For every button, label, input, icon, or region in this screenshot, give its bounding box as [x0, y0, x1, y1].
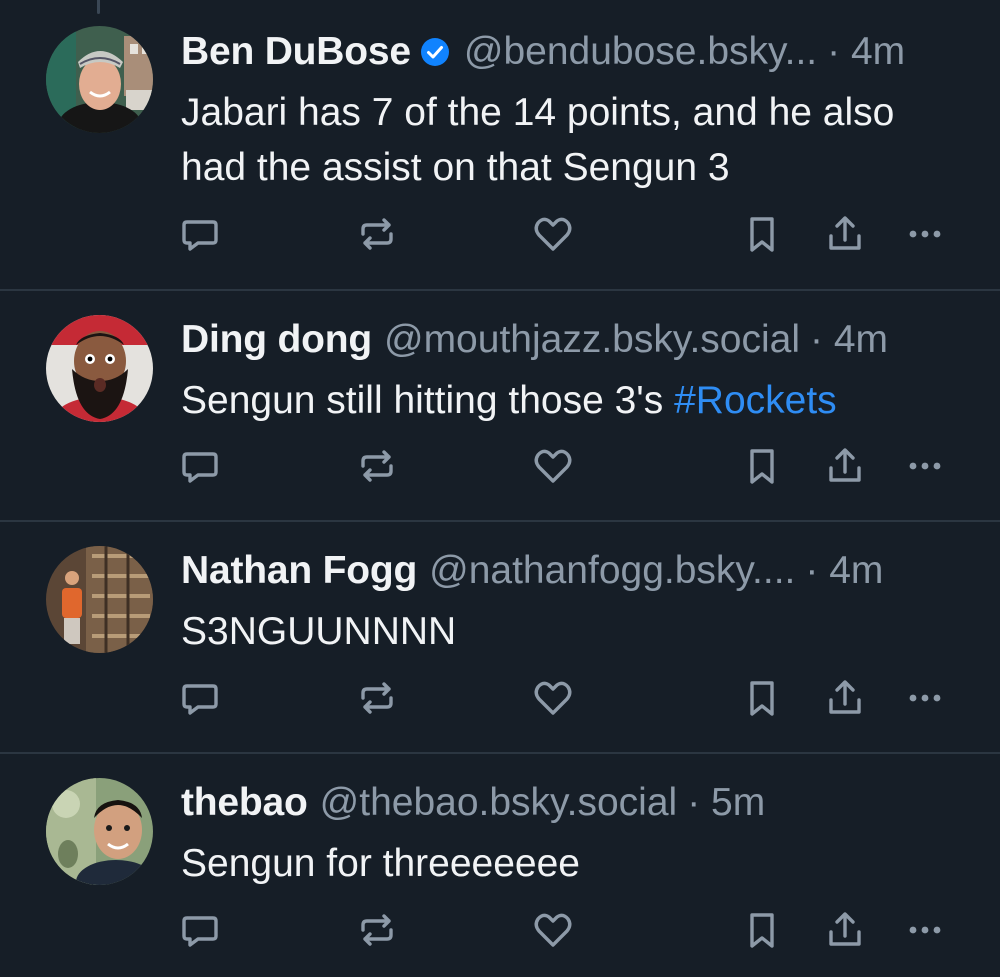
timestamp[interactable]: · 4m [805, 543, 883, 599]
bookmark-icon [750, 913, 774, 948]
like-button[interactable] [530, 675, 576, 721]
verified-check-icon [420, 37, 450, 67]
more-options-button[interactable] [902, 211, 948, 257]
post-actions [0, 675, 1000, 721]
post-text: Sengun for threeeeeee [181, 836, 964, 891]
reply-icon [182, 684, 218, 715]
more-icon [909, 926, 941, 934]
like-icon [534, 913, 572, 947]
post-thebao[interactable]: thebao @thebao.bsky.social · 5m Sengun f… [0, 752, 1000, 977]
timestamp[interactable]: · 4m [827, 24, 905, 80]
post-nathan-fogg[interactable]: Nathan Fogg @nathanfogg.bsky.... · 4m S3… [0, 520, 1000, 753]
avatar[interactable] [46, 315, 153, 422]
share-icon [829, 680, 861, 714]
post-actions [0, 907, 1000, 953]
reply-button[interactable] [177, 675, 223, 721]
more-options-button[interactable] [902, 907, 948, 953]
repost-icon [361, 450, 393, 482]
more-options-button[interactable] [902, 675, 948, 721]
post-header: Nathan Fogg @nathanfogg.bsky.... · 4m [181, 543, 960, 599]
repost-button[interactable] [354, 675, 400, 721]
display-name[interactable]: Ben DuBose [181, 24, 411, 80]
handle[interactable]: @nathanfogg.bsky.... [429, 543, 795, 599]
timestamp[interactable]: · 5m [687, 775, 765, 831]
bookmark-icon [750, 217, 774, 252]
reply-button[interactable] [177, 907, 223, 953]
bookmark-button[interactable] [739, 443, 785, 489]
share-icon [829, 216, 861, 250]
repost-icon [361, 682, 393, 714]
avatar[interactable] [46, 26, 153, 133]
repost-button[interactable] [354, 443, 400, 489]
post-text-content: Jabari has 7 of the 14 points, and he al… [181, 91, 895, 189]
handle[interactable]: @mouthjazz.bsky.social [384, 312, 800, 368]
avatar[interactable] [46, 546, 153, 653]
post-header: Ben DuBose @bendubose.bsky... · 4m [181, 24, 960, 80]
like-icon [534, 217, 572, 251]
post-header: Ding dong @mouthjazz.bsky.social · 4m [181, 312, 960, 368]
post-text-content: Sengun for threeeeeee [181, 842, 580, 885]
reply-icon [182, 452, 218, 483]
bookmark-icon [750, 681, 774, 716]
post-text: Jabari has 7 of the 14 points, and he al… [181, 85, 964, 195]
timestamp[interactable]: · 4m [810, 312, 888, 368]
hashtag-link[interactable]: #Rockets [674, 379, 837, 422]
repost-icon [361, 218, 393, 250]
bookmark-button[interactable] [739, 211, 785, 257]
post-ding-dong[interactable]: Ding dong @mouthjazz.bsky.social · 4m Se… [0, 289, 1000, 521]
post-text: Sengun still hitting those 3's #Rockets [181, 373, 964, 428]
bookmark-button[interactable] [739, 675, 785, 721]
post-text: S3NGUUNNNN [181, 604, 964, 659]
post-actions [0, 443, 1000, 489]
reply-icon [182, 220, 218, 251]
like-button[interactable] [530, 443, 576, 489]
share-button[interactable] [822, 675, 868, 721]
bookmark-button[interactable] [739, 907, 785, 953]
post-text-content: Sengun still hitting those 3's [181, 379, 675, 422]
like-button[interactable] [530, 907, 576, 953]
post-ben-dubose[interactable]: Ben DuBose @bendubose.bsky... · 4m Jabar… [0, 0, 1000, 290]
like-icon [534, 449, 572, 483]
bookmark-icon [750, 449, 774, 484]
handle[interactable]: @thebao.bsky.social [320, 775, 678, 831]
share-icon [829, 912, 861, 946]
display-name[interactable]: thebao [181, 775, 308, 831]
repost-icon [361, 914, 393, 946]
more-icon [909, 230, 941, 238]
reply-button[interactable] [177, 443, 223, 489]
post-actions [0, 211, 1000, 257]
post-text-content: S3NGUUNNNN [181, 610, 457, 653]
repost-button[interactable] [354, 907, 400, 953]
display-name[interactable]: Nathan Fogg [181, 543, 417, 599]
share-button[interactable] [822, 907, 868, 953]
display-name[interactable]: Ding dong [181, 312, 372, 368]
reply-button[interactable] [177, 211, 223, 257]
more-icon [909, 462, 941, 470]
more-icon [909, 694, 941, 702]
share-button[interactable] [822, 211, 868, 257]
share-button[interactable] [822, 443, 868, 489]
avatar[interactable] [46, 778, 153, 885]
post-header: thebao @thebao.bsky.social · 5m [181, 775, 960, 831]
more-options-button[interactable] [902, 443, 948, 489]
like-button[interactable] [530, 211, 576, 257]
share-icon [829, 448, 861, 482]
repost-button[interactable] [354, 211, 400, 257]
like-icon [534, 681, 572, 715]
handle[interactable]: @bendubose.bsky... [464, 24, 817, 80]
reply-icon [182, 916, 218, 947]
